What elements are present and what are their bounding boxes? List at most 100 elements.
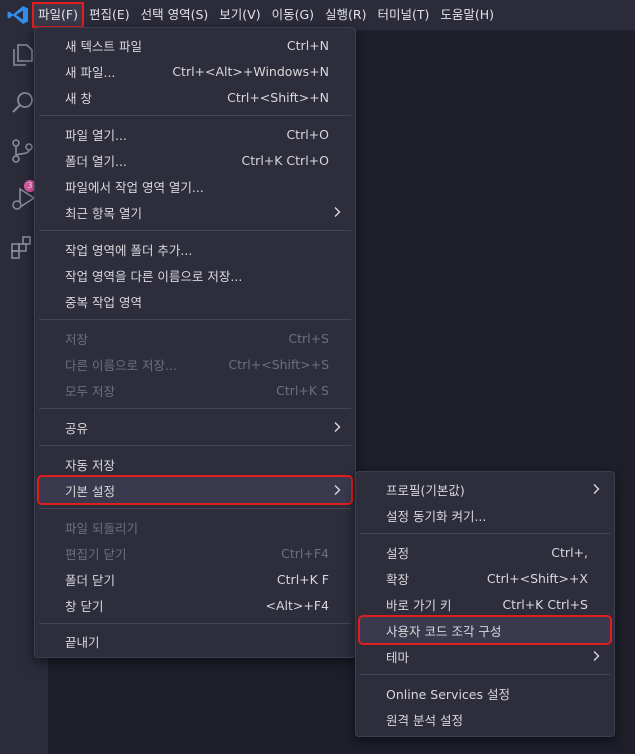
menu-item-shortcut: Ctrl+O bbox=[286, 126, 329, 142]
menu-item-shortcut: Ctrl+K Ctrl+S bbox=[502, 596, 588, 612]
menu-item-label: 확장 bbox=[386, 571, 410, 587]
menu-separator bbox=[39, 445, 351, 446]
menu-item-open-folder[interactable]: 폴더 열기... Ctrl+K Ctrl+O bbox=[39, 147, 351, 173]
menu-file[interactable]: 파일(F) bbox=[32, 2, 84, 28]
menu-item-label: 자동 저장 bbox=[65, 457, 115, 473]
menu-item-themes[interactable]: 테마 bbox=[360, 643, 610, 669]
menu-item-label: 기본 설정 bbox=[65, 483, 115, 499]
menu-item-new-text-file[interactable]: 새 텍스트 파일 Ctrl+N bbox=[39, 32, 351, 58]
menu-item-label: 새 텍스트 파일 bbox=[65, 38, 142, 54]
chevron-right-icon bbox=[334, 422, 341, 432]
file-menu: 새 텍스트 파일 Ctrl+N 새 파일... Ctrl+<Alt>+Windo… bbox=[34, 27, 356, 658]
menu-item-open-file[interactable]: 파일 열기... Ctrl+O bbox=[39, 121, 351, 147]
menu-item-label: 모두 저장 bbox=[65, 383, 115, 399]
menu-item-label: 끝내기 bbox=[65, 634, 100, 650]
menu-item-online-services-settings[interactable]: Online Services 설정 bbox=[360, 680, 610, 706]
menu-item-label: 최근 항목 열기 bbox=[65, 205, 142, 221]
menu-item-label: 설정 bbox=[386, 545, 410, 561]
menu-item-shortcut: Ctrl+<Shift>+S bbox=[228, 356, 329, 372]
run-debug-icon[interactable] bbox=[10, 186, 36, 212]
menu-item-save-workspace-as[interactable]: 작업 영역을 다른 이름으로 저장... bbox=[39, 262, 351, 288]
menu-item-shortcut: Ctrl+S bbox=[288, 330, 329, 346]
menu-terminal[interactable]: 터미널(T) bbox=[374, 4, 434, 26]
extensions-icon[interactable] bbox=[10, 234, 36, 260]
menu-item-profile-default[interactable]: 프로필(기본값) bbox=[360, 476, 610, 502]
menu-item-shortcut: Ctrl+<Shift>+N bbox=[227, 89, 329, 105]
menu-run[interactable]: 실행(R) bbox=[321, 4, 370, 26]
menu-item-shortcut: Ctrl+, bbox=[551, 544, 588, 560]
menu-item-shortcut: Ctrl+F4 bbox=[281, 545, 329, 561]
menu-item-label: 테마 bbox=[386, 649, 410, 665]
menu-item-label: 바로 가기 키 bbox=[386, 597, 452, 613]
menu-item-auto-save[interactable]: 자동 저장 bbox=[39, 451, 351, 477]
menu-item-telemetry-settings[interactable]: 원격 분석 설정 bbox=[360, 706, 610, 732]
menu-item-keyboard-shortcuts[interactable]: 바로 가기 키 Ctrl+K Ctrl+S bbox=[360, 591, 610, 617]
menu-selection[interactable]: 선택 영역(S) bbox=[137, 4, 213, 26]
menu-item-label: 설정 동기화 켜기... bbox=[386, 508, 487, 524]
explorer-icon[interactable] bbox=[10, 42, 36, 68]
chevron-right-icon bbox=[593, 484, 600, 494]
menu-go[interactable]: 이동(G) bbox=[268, 4, 318, 26]
menu-item-label: 중복 작업 영역 bbox=[65, 294, 142, 310]
menu-item-preferences[interactable]: 기본 설정 bbox=[37, 475, 353, 505]
menu-item-settings[interactable]: 설정 Ctrl+, bbox=[360, 539, 610, 565]
menu-item-close-folder[interactable]: 폴더 닫기 Ctrl+K F bbox=[39, 566, 351, 592]
menu-item-save-all: 모두 저장 Ctrl+K S bbox=[39, 377, 351, 403]
menu-item-shortcut: Ctrl+<Alt>+Windows+N bbox=[172, 63, 329, 79]
menu-item-label: 편집기 닫기 bbox=[65, 546, 127, 562]
search-icon[interactable] bbox=[10, 90, 36, 116]
menu-separator bbox=[39, 230, 351, 231]
menu-item-label: 공유 bbox=[65, 420, 89, 436]
menu-item-label: 저장 bbox=[65, 331, 89, 347]
menu-item-label: 창 닫기 bbox=[65, 598, 104, 614]
menu-item-label: 새 파일... bbox=[65, 64, 116, 80]
menu-item-configure-user-snippets[interactable]: 사용자 코드 조각 구성 bbox=[358, 615, 612, 645]
menu-item-label: 프로필(기본값) bbox=[386, 482, 465, 498]
menu-item-label: 다른 이름으로 저장... bbox=[65, 357, 177, 373]
chevron-right-icon bbox=[334, 485, 341, 495]
menu-item-label: 원격 분석 설정 bbox=[386, 712, 463, 728]
menu-item-shortcut: Ctrl+K F bbox=[276, 571, 329, 587]
menu-item-label: Online Services 설정 bbox=[386, 686, 510, 702]
menu-item-label: 폴더 열기... bbox=[65, 153, 127, 169]
menu-item-exit[interactable]: 끝내기 bbox=[39, 628, 351, 654]
menu-item-label: 파일 열기... bbox=[65, 127, 127, 143]
menu-item-shortcut: Ctrl+N bbox=[286, 37, 329, 53]
menu-item-label: 작업 영역에 폴더 추가... bbox=[65, 242, 193, 258]
menu-item-shortcut: <Alt>+F4 bbox=[265, 597, 330, 613]
menu-item-label: 폴더 닫기 bbox=[65, 572, 115, 588]
menu-item-label: 파일 되돌리기 bbox=[65, 520, 138, 536]
menu-separator bbox=[39, 319, 351, 320]
menu-item-shortcut: Ctrl+K S bbox=[276, 382, 329, 398]
menu-item-open-recent[interactable]: 최근 항목 열기 bbox=[39, 199, 351, 225]
menu-item-turn-on-settings-sync[interactable]: 설정 동기화 켜기... bbox=[360, 502, 610, 528]
menu-separator bbox=[360, 674, 610, 675]
chevron-right-icon bbox=[334, 207, 341, 217]
vscode-logo-icon bbox=[7, 6, 28, 24]
menu-view[interactable]: 보기(V) bbox=[215, 4, 264, 26]
menu-item-label: 작업 영역을 다른 이름으로 저장... bbox=[65, 268, 243, 284]
menu-item-add-folder-to-workspace[interactable]: 작업 영역에 폴더 추가... bbox=[39, 236, 351, 262]
menu-item-label: 파일에서 작업 영역 열기... bbox=[65, 179, 204, 195]
menu-item-shortcut: Ctrl+<Shift>+X bbox=[486, 570, 588, 586]
menu-item-share[interactable]: 공유 bbox=[39, 414, 351, 440]
menu-item-label: 새 창 bbox=[65, 90, 92, 106]
menu-separator bbox=[39, 408, 351, 409]
menu-item-new-file[interactable]: 새 파일... Ctrl+<Alt>+Windows+N bbox=[39, 58, 351, 84]
menu-item-label: 사용자 코드 조각 구성 bbox=[386, 623, 502, 639]
menu-edit[interactable]: 편집(E) bbox=[85, 4, 134, 26]
menu-item-shortcut: Ctrl+K Ctrl+O bbox=[241, 152, 329, 168]
source-control-icon[interactable] bbox=[10, 138, 36, 164]
menu-help[interactable]: 도움말(H) bbox=[436, 4, 498, 26]
menu-item-extensions[interactable]: 확장 Ctrl+<Shift>+X bbox=[360, 565, 610, 591]
menu-item-save-as: 다른 이름으로 저장... Ctrl+<Shift>+S bbox=[39, 351, 351, 377]
menu-item-duplicate-workspace[interactable]: 중복 작업 영역 bbox=[39, 288, 351, 314]
menu-item-close-window[interactable]: 창 닫기 <Alt>+F4 bbox=[39, 592, 351, 618]
preferences-submenu: 프로필(기본값) 설정 동기화 켜기... 설정 Ctrl+, 확장 Ctrl+… bbox=[355, 471, 615, 737]
menu-item-revert-file: 파일 되돌리기 bbox=[39, 514, 351, 540]
menu-item-new-window[interactable]: 새 창 Ctrl+<Shift>+N bbox=[39, 84, 351, 110]
chevron-right-icon bbox=[593, 651, 600, 661]
menu-item-save: 저장 Ctrl+S bbox=[39, 325, 351, 351]
menu-bar: 파일(F) 편집(E) 선택 영역(S) 보기(V) 이동(G) 실행(R) 터… bbox=[0, 0, 635, 30]
menu-item-open-workspace-from-file[interactable]: 파일에서 작업 영역 열기... bbox=[39, 173, 351, 199]
